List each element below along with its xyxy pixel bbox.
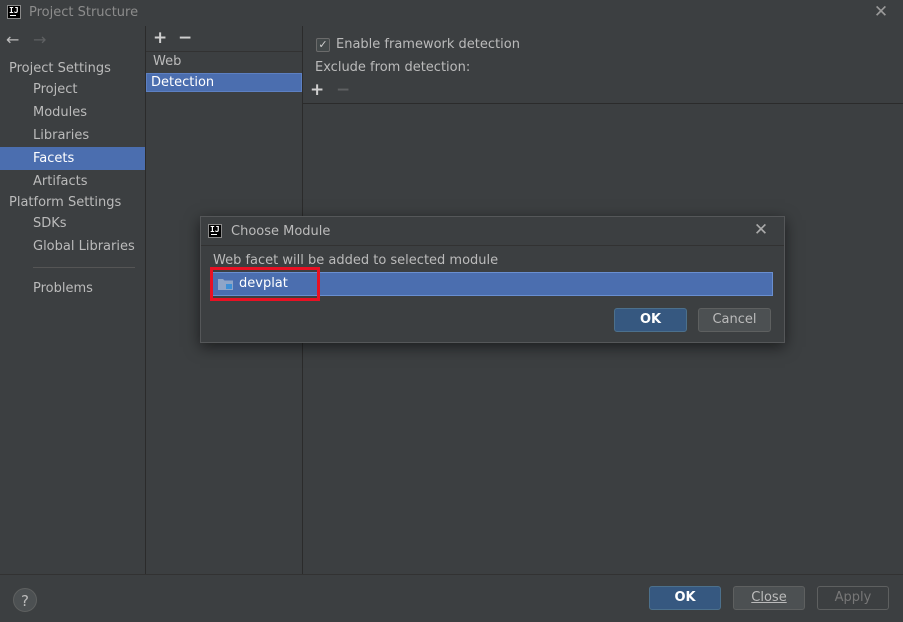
- sidebar-item-modules[interactable]: Modules: [0, 101, 145, 124]
- ok-button[interactable]: OK: [649, 586, 721, 610]
- intellij-logo-icon: IJ: [7, 5, 21, 19]
- choose-module-dialog: IJ Choose Module ✕ Web facet will be add…: [200, 216, 785, 343]
- facet-item-detection[interactable]: Detection: [146, 73, 302, 92]
- help-button[interactable]: ?: [13, 588, 37, 612]
- sidebar-item-problems[interactable]: Problems: [0, 277, 145, 300]
- annotation-highlight-box: [210, 267, 320, 301]
- exclude-label: Exclude from detection:: [315, 60, 471, 75]
- sidebar-item-artifacts[interactable]: Artifacts: [0, 170, 145, 193]
- sidebar-item-facets[interactable]: Facets: [0, 147, 145, 170]
- footer-bar: ? OK Close Apply: [0, 574, 903, 622]
- section-project-settings: Project Settings: [9, 61, 111, 76]
- back-arrow-icon[interactable]: ←: [6, 30, 19, 49]
- facet-item-web[interactable]: Web: [146, 51, 302, 71]
- dialog-close-icon[interactable]: ✕: [752, 221, 770, 239]
- enable-detection-label: Enable framework detection: [336, 37, 520, 52]
- sidebar-item-global-libraries[interactable]: Global Libraries: [0, 235, 145, 258]
- remove-exclusion-icon: −: [336, 80, 351, 100]
- section-platform-settings: Platform Settings: [9, 195, 122, 210]
- dialog-cancel-button[interactable]: Cancel: [698, 308, 771, 332]
- sidebar-divider: [33, 267, 135, 268]
- sidebar-item-sdks[interactable]: SDKs: [0, 212, 145, 235]
- sidebar-item-libraries[interactable]: Libraries: [0, 124, 145, 147]
- forward-arrow-icon: →: [33, 30, 47, 49]
- window-title: Project Structure: [29, 5, 139, 20]
- enable-detection-checkbox[interactable]: ✓: [316, 38, 330, 52]
- dialog-ok-button[interactable]: OK: [614, 308, 687, 332]
- close-button-label: Close: [751, 590, 787, 605]
- window-close-icon[interactable]: ✕: [872, 3, 890, 21]
- title-bar: IJ Project Structure ✕: [0, 0, 903, 26]
- add-facet-icon[interactable]: +: [153, 29, 167, 47]
- dialog-description: Web facet will be added to selected modu…: [213, 253, 499, 268]
- add-exclusion-icon[interactable]: +: [310, 81, 324, 99]
- sidebar: ← → Project Settings Project Modules Lib…: [0, 26, 146, 574]
- dialog-divider: [201, 245, 784, 246]
- close-button[interactable]: Close: [733, 586, 805, 610]
- dialog-intellij-logo-icon: IJ: [208, 224, 222, 238]
- remove-facet-icon[interactable]: −: [178, 29, 192, 47]
- sidebar-item-project[interactable]: Project: [0, 78, 145, 101]
- dialog-title: Choose Module: [231, 224, 331, 239]
- apply-button: Apply: [817, 586, 889, 610]
